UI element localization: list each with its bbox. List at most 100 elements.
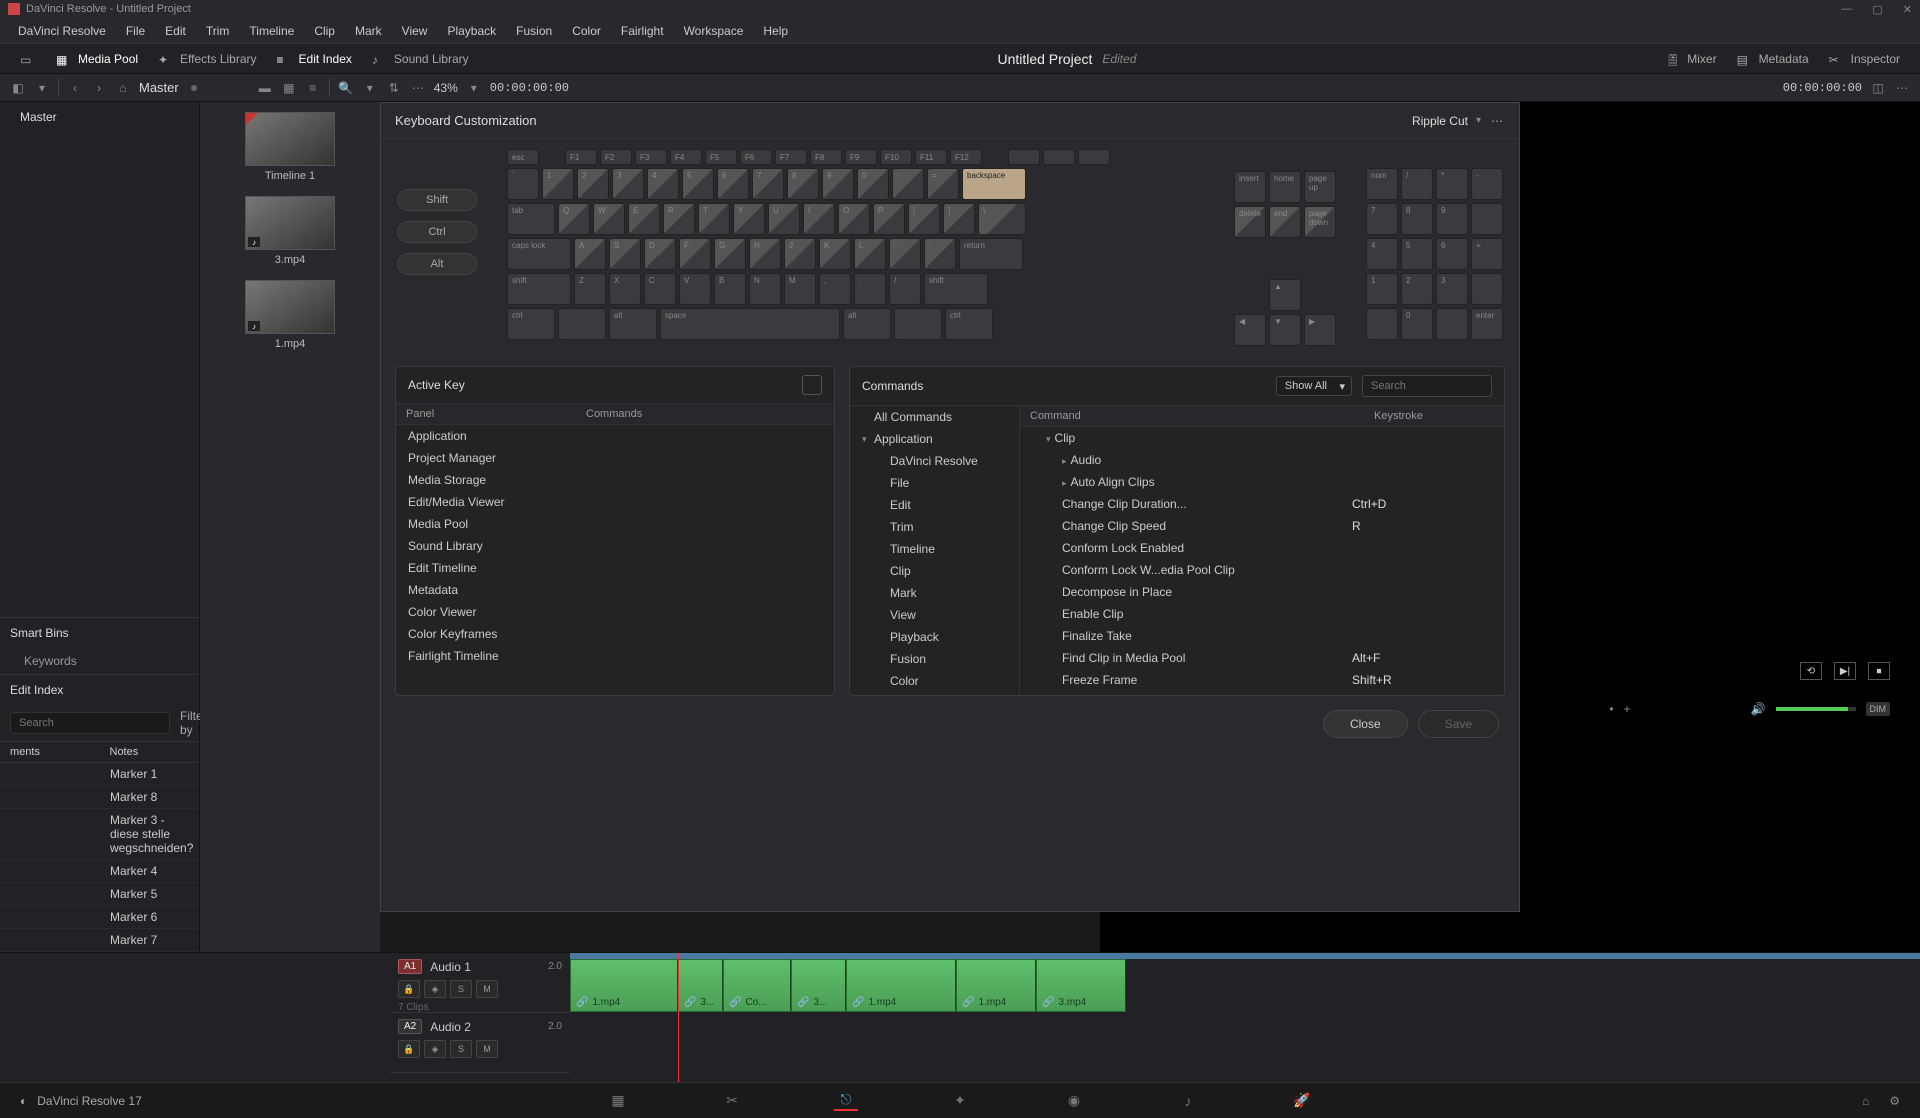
menu-item[interactable]: Edit — [155, 24, 196, 38]
key[interactable]: F8 — [810, 149, 842, 165]
speaker-icon[interactable]: 🔊 — [1751, 702, 1766, 716]
command-tree-item[interactable]: Trim — [850, 516, 1019, 538]
panel-row[interactable]: Sound Library — [396, 535, 834, 557]
solo-button[interactable]: S — [450, 980, 472, 998]
key[interactable]: - — [1471, 168, 1503, 200]
timeline-clip[interactable]: 🔗3... — [678, 959, 723, 1012]
menu-item[interactable]: Fusion — [506, 24, 562, 38]
key[interactable]: K — [819, 238, 851, 270]
edit-index-search[interactable] — [10, 712, 170, 734]
save-button[interactable]: Save — [1418, 710, 1499, 738]
command-tree-item[interactable]: Edit — [850, 494, 1019, 516]
sidebar-toggle-icon[interactable]: ◧ — [10, 80, 26, 96]
key[interactable]: F7 — [775, 149, 807, 165]
marker-row[interactable]: Marker 1 — [0, 763, 199, 786]
media-page-button[interactable]: ▦ — [606, 1091, 630, 1111]
key[interactable]: * — [1436, 168, 1468, 200]
key-down[interactable]: ▼ — [1269, 314, 1301, 346]
timeline-clip[interactable]: 🔗1.mp4 — [846, 959, 956, 1012]
key[interactable]: esc — [507, 149, 539, 165]
key[interactable]: page down — [1304, 206, 1336, 238]
marker-row[interactable]: Marker 5 — [0, 883, 199, 906]
strip-view-icon[interactable]: ▬ — [257, 80, 273, 96]
key[interactable]: shift — [924, 273, 988, 305]
menu-item[interactable]: Trim — [196, 24, 240, 38]
key-left[interactable]: ◀ — [1234, 314, 1266, 346]
command-row[interactable]: Freeze FrameShift+R — [1020, 669, 1504, 691]
command-row[interactable]: Find Clip in Media PoolAlt+F — [1020, 647, 1504, 669]
shift-toggle[interactable]: Shift — [397, 189, 477, 211]
command-row[interactable]: ▾Clip — [1020, 427, 1504, 449]
key[interactable]: 4 — [647, 168, 679, 200]
command-row[interactable]: Decompose in Place — [1020, 581, 1504, 603]
volume-slider[interactable] — [1776, 707, 1856, 711]
key[interactable]: 9 — [1436, 203, 1468, 235]
key[interactable]: X — [609, 273, 641, 305]
curve-icon[interactable]: ◈ — [424, 1040, 446, 1058]
key[interactable]: + — [1471, 238, 1503, 270]
mute-button[interactable]: M — [476, 980, 498, 998]
panel-row[interactable]: Edit Timeline — [396, 557, 834, 579]
color-page-button[interactable]: ◉ — [1062, 1091, 1086, 1111]
key[interactable]: tab — [507, 203, 555, 235]
menu-item[interactable]: Clip — [304, 24, 345, 38]
dim-badge[interactable]: DIM — [1866, 702, 1891, 716]
command-row[interactable]: ▸Auto Align Clips — [1020, 471, 1504, 493]
media-thumb[interactable] — [245, 112, 335, 166]
key[interactable]: G — [714, 238, 746, 270]
panel-row[interactable]: Application — [396, 425, 834, 447]
key[interactable]: alt — [609, 308, 657, 340]
smart-bins-header[interactable]: Smart Bins — [0, 617, 199, 648]
stop-button[interactable]: ⏹ — [1868, 662, 1890, 680]
breadcrumb[interactable]: Master — [139, 80, 179, 95]
menu-item[interactable]: Mark — [345, 24, 392, 38]
key[interactable]: . — [1436, 308, 1468, 340]
menu-item[interactable]: Help — [753, 24, 798, 38]
menu-item[interactable]: File — [116, 24, 155, 38]
key[interactable]: ' — [924, 238, 956, 270]
key[interactable]: L — [854, 238, 886, 270]
command-row[interactable]: Change Clip SpeedR — [1020, 515, 1504, 537]
command-tree-item[interactable]: Mark — [850, 582, 1019, 604]
key-right[interactable]: ▶ — [1304, 314, 1336, 346]
key[interactable]: / — [1401, 168, 1433, 200]
key[interactable]: O — [838, 203, 870, 235]
key[interactable]: H — [749, 238, 781, 270]
panel-row[interactable]: Metadata — [396, 579, 834, 601]
commands-search[interactable] — [1362, 375, 1492, 397]
key[interactable]: 6 — [1436, 238, 1468, 270]
key[interactable]: 0 — [1401, 308, 1433, 340]
timeline-tracks[interactable]: 🔗1.mp4🔗3...🔗Co...🔗3...🔗1.mp4🔗1.mp4🔗3.mp4 — [570, 953, 1920, 1082]
metadata-button[interactable]: ▤Metadata — [1727, 48, 1819, 70]
key[interactable]: page up — [1304, 171, 1336, 203]
media-thumb[interactable]: ♪ — [245, 280, 335, 334]
panel-row[interactable]: Media Storage — [396, 469, 834, 491]
key[interactable]: 5 — [682, 168, 714, 200]
key[interactable]: caps lock — [507, 238, 571, 270]
curve-icon[interactable]: ◈ — [424, 980, 446, 998]
panel-row[interactable]: Color Viewer — [396, 601, 834, 623]
playhead[interactable] — [678, 953, 679, 1082]
key[interactable] — [1471, 273, 1503, 305]
command-tree-item[interactable]: Playback — [850, 626, 1019, 648]
preset-dropdown[interactable]: Ripple Cut ▾ — [1412, 114, 1481, 128]
command-row[interactable]: Enable Clip — [1020, 603, 1504, 625]
key[interactable]: U — [768, 203, 800, 235]
dual-view-icon[interactable]: ◫ — [1870, 80, 1886, 96]
mixer-button[interactable]: 🎚Mixer — [1655, 48, 1726, 70]
command-row[interactable]: Conform Lock Enabled — [1020, 537, 1504, 559]
command-tree-item[interactable]: DaVinci Resolve — [850, 450, 1019, 472]
key[interactable]: F2 — [600, 149, 632, 165]
command-row[interactable]: ▸Audio — [1020, 449, 1504, 471]
thumb-view-icon[interactable]: ▦ — [281, 80, 297, 96]
key[interactable]: ` — [507, 168, 539, 200]
cut-page-button[interactable]: ✂ — [720, 1091, 744, 1111]
key[interactable] — [1366, 308, 1398, 340]
key[interactable]: 1 — [542, 168, 574, 200]
key[interactable]: num — [1366, 168, 1398, 200]
key[interactable]: F6 — [740, 149, 772, 165]
key[interactable]: J — [784, 238, 816, 270]
track-badge[interactable]: A1 — [398, 959, 422, 974]
key[interactable]: F5 — [705, 149, 737, 165]
list-view-icon[interactable]: ≡ — [305, 80, 321, 96]
